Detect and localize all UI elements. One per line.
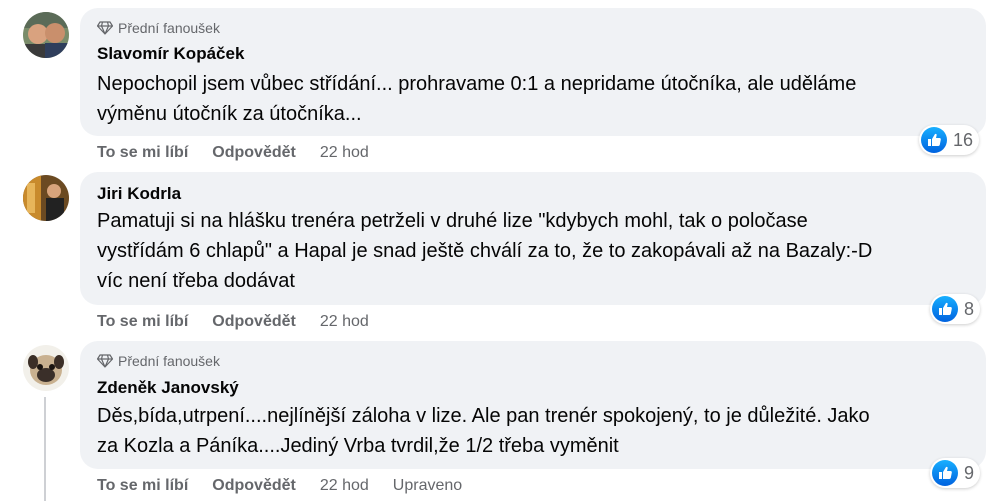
reaction-count[interactable]: 8	[930, 294, 981, 324]
reply-link[interactable]: Odpovědět	[212, 144, 296, 162]
reaction-number: 8	[964, 298, 975, 319]
comment-bubble: Jiri Kodrla Pamatuji si na hlášku trenér…	[80, 172, 986, 305]
comment-bubble: Přední fanoušek Slavomír Kopáček Nepocho…	[80, 8, 986, 136]
like-link[interactable]: To se mi líbí	[97, 144, 188, 162]
like-thumb-icon	[932, 296, 958, 322]
top-fan-badge: Přední fanoušek	[97, 20, 220, 36]
comment-text: Pamatuji si na hlášku trenéra petrželi v…	[97, 210, 873, 292]
reply-link[interactable]: Odpovědět	[212, 313, 296, 331]
comment-text: Děs,bída,utrpení....nejlínější záloha v …	[97, 405, 870, 457]
reaction-count[interactable]: 9	[930, 458, 981, 488]
reaction-number: 9	[964, 462, 975, 483]
comment-bubble: Přední fanoušek Zdeněk Janovský Děs,bída…	[80, 341, 986, 469]
diamond-icon	[97, 21, 113, 35]
top-fan-badge: Přední fanoušek	[97, 353, 220, 369]
comment-actions: To se mi líbí Odpovědět 22 hod	[97, 311, 393, 333]
comment-author[interactable]: Jiri Kodrla	[97, 184, 181, 204]
comment-actions: To se mi líbí Odpovědět 22 hod Upraveno	[97, 475, 486, 497]
like-thumb-icon	[932, 460, 958, 486]
timestamp[interactable]: 22 hod	[320, 313, 369, 331]
reply-thread-line	[44, 397, 46, 501]
reaction-number: 16	[953, 129, 974, 150]
comment-actions: To se mi líbí Odpovědět 22 hod	[97, 142, 393, 164]
timestamp[interactable]: 22 hod	[320, 144, 369, 162]
comment-author[interactable]: Zdeněk Janovský	[97, 378, 239, 398]
reply-link[interactable]: Odpovědět	[212, 477, 296, 495]
avatar[interactable]	[23, 345, 69, 391]
like-link[interactable]: To se mi líbí	[97, 477, 188, 495]
comment-author[interactable]: Slavomír Kopáček	[97, 44, 244, 64]
badge-label: Přední fanoušek	[118, 353, 220, 369]
reaction-count[interactable]: 16	[919, 125, 980, 155]
diamond-icon	[97, 354, 113, 368]
avatar[interactable]	[23, 12, 69, 58]
badge-label: Přední fanoušek	[118, 20, 220, 36]
edited-label[interactable]: Upraveno	[393, 477, 462, 495]
timestamp[interactable]: 22 hod	[320, 477, 369, 495]
comment-text: Nepochopil jsem vůbec střídání... prohra…	[97, 73, 857, 125]
like-thumb-icon	[921, 127, 947, 153]
avatar[interactable]	[23, 175, 69, 221]
like-link[interactable]: To se mi líbí	[97, 313, 188, 331]
